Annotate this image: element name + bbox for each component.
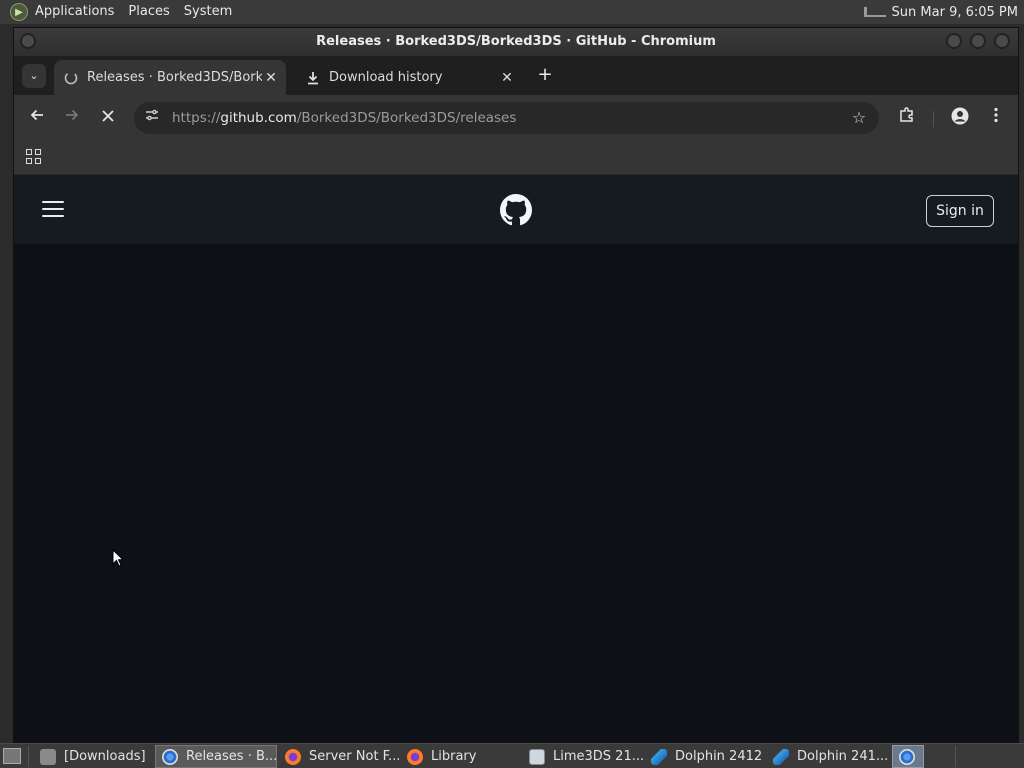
task-label: Dolphin 241... [797, 749, 889, 764]
url-scheme: https:// [172, 110, 221, 126]
task-server-not-found[interactable]: Server Not F... [279, 745, 399, 768]
task-label: Dolphin 2412 [675, 749, 763, 764]
bookmarks-bar [14, 141, 1018, 175]
task-downloads[interactable]: [Downloads] [34, 745, 152, 768]
menu-applications[interactable]: Applications [28, 0, 121, 24]
task-label: [Downloads] [64, 749, 146, 764]
close-tab-icon[interactable]: ✕ [262, 70, 280, 86]
apps-grid-icon[interactable] [26, 149, 42, 165]
menu-places[interactable]: Places [121, 0, 176, 24]
close-tab-icon[interactable]: ✕ [498, 70, 516, 86]
clock[interactable]: Sun Mar 9, 6:05 PM [892, 5, 1018, 20]
mouse-cursor-icon [112, 548, 125, 567]
task-releases[interactable]: Releases · B... [155, 745, 277, 768]
taskbar-divider [955, 746, 956, 767]
window-titlebar[interactable]: Releases · Borked3DS/Borked3DS · GitHub … [14, 28, 1018, 56]
window-icon [529, 748, 545, 765]
address-bar[interactable]: https://github.com/Borked3DS/Borked3DS/r… [134, 102, 879, 134]
page-content: Sign in [14, 175, 1018, 742]
chromium-icon [899, 748, 915, 765]
close-window-button[interactable] [994, 33, 1010, 49]
task-label: Library [431, 749, 477, 764]
loading-spinner-icon [63, 70, 79, 86]
task-chromium-window[interactable] [892, 745, 924, 768]
show-desktop-icon[interactable] [3, 748, 21, 764]
avatar-icon [951, 107, 969, 125]
back-button[interactable] [26, 107, 48, 129]
close-icon [102, 110, 114, 122]
task-dolphin-1[interactable]: Dolphin 2412 [645, 745, 765, 768]
firefox-icon [407, 748, 423, 765]
maximize-button[interactable] [970, 33, 986, 49]
new-tab-button[interactable]: + [534, 65, 556, 87]
plus-icon: + [537, 64, 553, 85]
url-path: /Borked3DS/Borked3DS/releases [296, 110, 517, 126]
extensions-button[interactable] [896, 107, 918, 129]
task-label: Server Not F... [309, 749, 399, 764]
arrow-left-icon [30, 109, 43, 121]
task-lime3ds[interactable]: Lime3DS 21... [523, 745, 643, 768]
stop-loading-button[interactable] [97, 107, 119, 129]
firefox-icon [285, 748, 301, 765]
tab-search-button[interactable]: ⌄ [22, 64, 46, 88]
top-panel: ▶ Applications Places System Sun Mar 9, … [0, 0, 1024, 24]
chromium-icon [162, 748, 178, 765]
menu-button[interactable] [985, 107, 1007, 129]
tab-download-history[interactable]: Download history ✕ [296, 60, 522, 95]
kebab-menu-icon [994, 107, 998, 123]
taskbar-divider [28, 746, 29, 767]
site-info-icon[interactable] [142, 108, 162, 128]
github-logo-icon[interactable] [500, 194, 532, 226]
task-label: Lime3DS 21... [553, 749, 643, 764]
chevron-down-icon: ⌄ [29, 69, 39, 82]
browser-window: Releases · Borked3DS/Borked3DS · GitHub … [13, 27, 1019, 743]
sign-in-button[interactable]: Sign in [926, 195, 994, 227]
github-header: Sign in [14, 175, 1018, 244]
puzzle-icon [900, 107, 913, 122]
download-icon [305, 70, 321, 86]
applications-logo-icon[interactable]: ▶ [10, 3, 28, 21]
dolphin-icon [651, 748, 667, 765]
forward-button[interactable] [61, 107, 83, 129]
tray-area: Sun Mar 9, 6:05 PM [863, 0, 1018, 24]
arrow-right-icon [66, 109, 79, 121]
tab-title: Releases · Borked3DS/Borked3DS · GitHub [87, 70, 262, 85]
network-icon[interactable] [863, 7, 886, 17]
profile-button[interactable] [949, 107, 971, 129]
tab-releases[interactable]: Releases · Borked3DS/Borked3DS · GitHub … [54, 60, 286, 95]
window-menu-button[interactable] [20, 33, 36, 49]
url-text[interactable]: https://github.com/Borked3DS/Borked3DS/r… [172, 102, 516, 134]
hamburger-menu-icon[interactable] [42, 201, 64, 217]
tab-strip: ⌄ Releases · Borked3DS/Borked3DS · GitHu… [14, 56, 1018, 95]
window-title: Releases · Borked3DS/Borked3DS · GitHub … [316, 34, 716, 49]
taskbar: [Downloads] Releases · B... Server Not F… [0, 743, 1024, 768]
tab-title: Download history [329, 70, 443, 85]
dolphin-icon [773, 748, 789, 765]
menu-system[interactable]: System [177, 0, 239, 24]
task-dolphin-2[interactable]: Dolphin 241... [767, 745, 889, 768]
url-host: github.com [220, 110, 297, 126]
task-library[interactable]: Library [401, 745, 521, 768]
task-label: Releases · B... [186, 749, 277, 764]
minimize-button[interactable] [946, 33, 962, 49]
folder-icon [40, 748, 56, 765]
toolbar-divider [933, 111, 934, 127]
bookmark-star-icon[interactable]: ☆ [849, 108, 869, 128]
browser-toolbar: https://github.com/Borked3DS/Borked3DS/r… [14, 95, 1018, 141]
